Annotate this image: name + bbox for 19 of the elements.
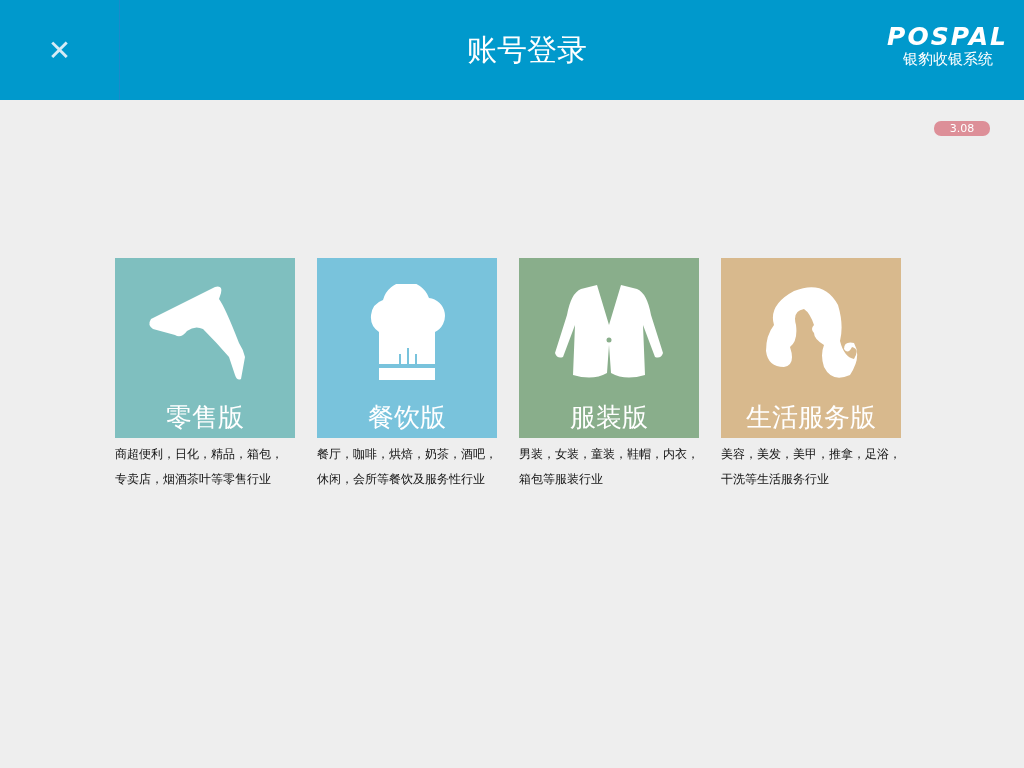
description-line: 专卖店，烟酒茶叶等零售行业 <box>115 471 271 488</box>
edition-tile[interactable]: 餐饮版 <box>317 258 497 438</box>
logo-wordmark: POSPAL <box>887 24 1008 50</box>
description-line: 箱包等服装行业 <box>519 471 603 488</box>
description-line: 男装，女装，童装，鞋帽，内衣， <box>519 446 699 463</box>
blazer-icon <box>553 285 665 381</box>
close-button[interactable]: ✕ <box>0 0 120 100</box>
version-badge: 3.08 <box>934 121 990 136</box>
edition-tile[interactable]: 生活服务版 <box>721 258 901 438</box>
edition-tile[interactable]: 零售版 <box>115 258 295 438</box>
page-title: 账号登录 <box>467 31 587 67</box>
description-line: 干洗等生活服务行业 <box>721 471 829 488</box>
description-line: 休闲，会所等餐饮及服务性行业 <box>317 471 485 488</box>
description-line: 商超便利，日化，精品，箱包， <box>115 446 283 463</box>
chef-hat-icon <box>369 284 445 382</box>
logo-subtitle: 银豹收银系统 <box>902 50 993 68</box>
description-line: 餐厅，咖啡，烘焙，奶茶，酒吧， <box>317 446 497 463</box>
edition-tile[interactable]: 服装版 <box>519 258 699 438</box>
description-line: 美容，美发，美甲，推拿，足浴， <box>721 446 901 463</box>
